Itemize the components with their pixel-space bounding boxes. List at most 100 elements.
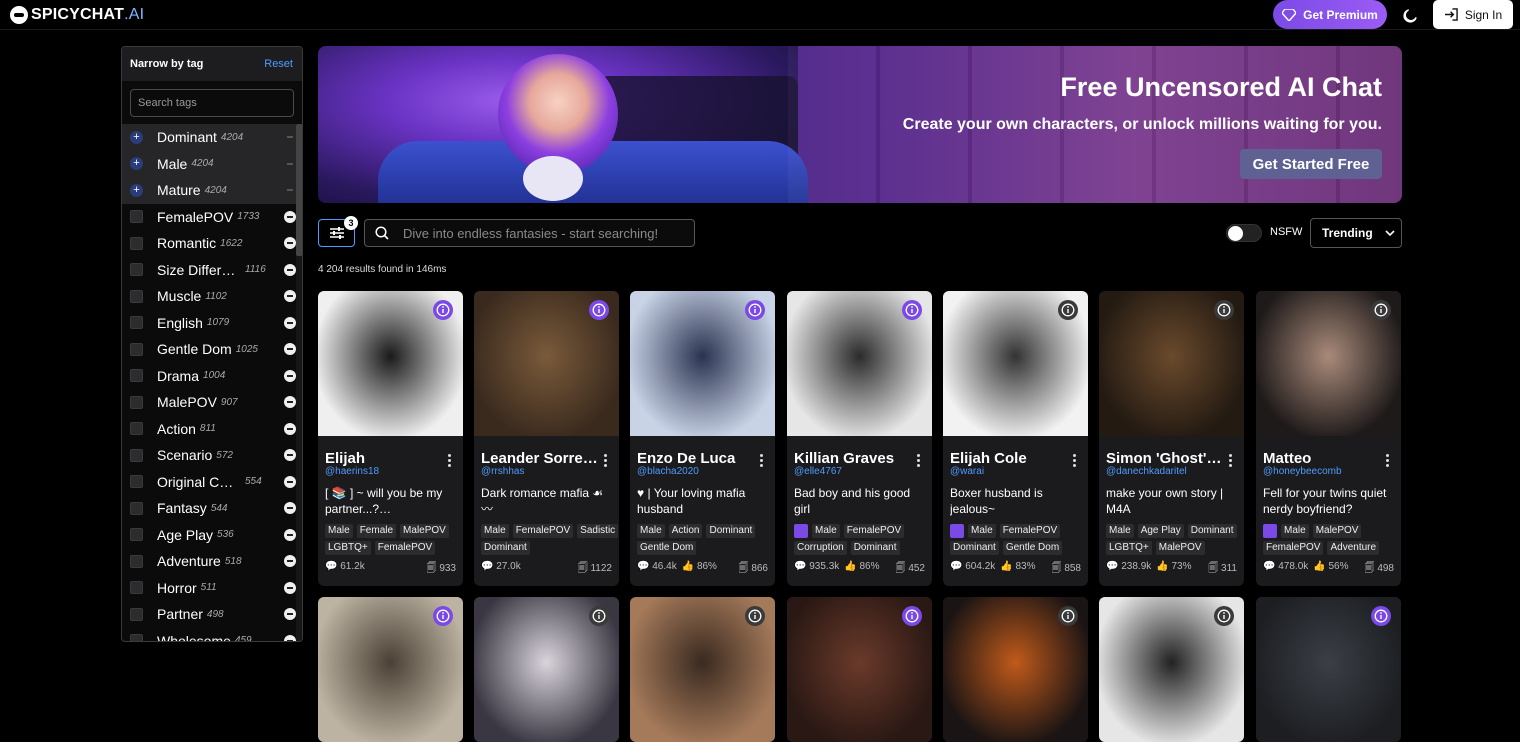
tag-item[interactable]: + Mature 4204 <box>122 177 296 204</box>
tag-checkbox[interactable] <box>130 475 143 489</box>
card-tag[interactable]: MalePOV <box>1155 541 1205 555</box>
tag-item[interactable]: Horror 511 <box>122 575 296 602</box>
info-button[interactable] <box>433 300 453 320</box>
tag-checkbox[interactable] <box>130 607 143 621</box>
card-tag[interactable]: FemalePOV <box>843 524 905 538</box>
character-card[interactable] <box>1256 597 1401 742</box>
card-tag[interactable]: Male <box>325 524 353 538</box>
character-author[interactable]: @blacha2020 <box>637 466 699 477</box>
tag-checkbox[interactable] <box>130 448 143 462</box>
tag-item[interactable]: MalePOV 907 <box>122 389 296 416</box>
info-button[interactable] <box>902 300 922 320</box>
character-card[interactable]: Elijah Cole @warai Boxer husband is jealou… <box>943 291 1088 586</box>
tag-item[interactable]: FemalePOV 1733 <box>122 204 296 231</box>
character-author[interactable]: @honeybeecomb <box>1263 466 1342 477</box>
tag-checkbox[interactable] <box>130 289 143 303</box>
card-tag[interactable]: Male <box>1106 524 1134 538</box>
tag-item[interactable]: Age Play 536 <box>122 522 296 549</box>
exclude-tag-button[interactable] <box>284 369 296 382</box>
tag-checkbox[interactable] <box>130 634 143 641</box>
exclude-tag-button[interactable] <box>284 158 296 170</box>
character-name[interactable]: Simon 'Ghost'… <box>1106 450 1224 467</box>
tag-item[interactable]: Fantasy 544 <box>122 495 296 522</box>
reset-tags-link[interactable]: Reset <box>264 58 293 70</box>
character-card[interactable]: Simon 'Ghost'… @danechkadaritel make your … <box>1099 291 1244 586</box>
character-name[interactable]: Killian Graves <box>794 450 912 467</box>
exclude-tag-button[interactable] <box>284 422 296 435</box>
logo[interactable]: SPICYCHAT.AI <box>10 5 144 25</box>
character-name[interactable]: Matteo <box>1263 450 1381 467</box>
tag-item[interactable]: + Male 4204 <box>122 150 296 177</box>
character-card[interactable]: Matteo @honeybeecomb Fell for your twins q… <box>1256 291 1401 586</box>
card-tag[interactable]: Male <box>637 524 665 538</box>
exclude-tag-button[interactable] <box>284 290 296 303</box>
info-button[interactable] <box>902 606 922 626</box>
character-card[interactable]: Leander Sorre… @rrshhas Dark romance mafia… <box>474 291 619 586</box>
card-tag[interactable]: Action <box>668 524 703 538</box>
card-tag[interactable]: Male <box>968 524 996 538</box>
exclude-tag-button[interactable] <box>284 343 296 356</box>
more-options-icon[interactable] <box>604 454 608 468</box>
tag-item[interactable]: Scenario 572 <box>122 442 296 469</box>
card-tag[interactable]: Male <box>481 524 509 538</box>
info-button[interactable] <box>433 606 453 626</box>
exclude-tag-button[interactable] <box>284 475 296 488</box>
exclude-tag-button[interactable] <box>284 634 296 641</box>
exclude-tag-button[interactable] <box>284 263 296 276</box>
theme-toggle-button[interactable] <box>1398 5 1422 25</box>
exclude-tag-button[interactable] <box>284 184 296 196</box>
character-card[interactable] <box>1099 597 1244 742</box>
plus-icon[interactable]: + <box>130 183 143 197</box>
info-button[interactable] <box>745 606 765 626</box>
tag-checkbox[interactable] <box>130 422 143 436</box>
tag-item[interactable]: Action 811 <box>122 416 296 443</box>
more-options-icon[interactable] <box>448 454 452 468</box>
info-button[interactable] <box>1214 300 1234 320</box>
get-started-button[interactable]: Get Started Free <box>1240 149 1382 179</box>
character-card[interactable] <box>318 597 463 742</box>
card-tag[interactable]: FemalePOV <box>1263 541 1324 555</box>
info-button[interactable] <box>589 606 609 626</box>
exclude-tag-button[interactable] <box>284 502 296 515</box>
card-tag[interactable]: LGBTQ+ <box>1106 541 1152 555</box>
card-tag[interactable]: Dominant <box>481 541 530 555</box>
character-card[interactable]: Killian Graves @elle4767 Bad boy and his g… <box>787 291 932 586</box>
card-tag[interactable]: FemalePOV <box>374 541 436 555</box>
info-button[interactable] <box>589 300 609 320</box>
card-tag[interactable]: Adventure <box>1327 541 1380 555</box>
more-options-icon[interactable] <box>1229 454 1233 468</box>
character-author[interactable]: @danechkadaritel <box>1106 466 1187 477</box>
character-author[interactable]: @haerins18 <box>325 466 379 477</box>
tag-checkbox[interactable] <box>130 528 143 542</box>
exclude-tag-button[interactable] <box>284 131 296 143</box>
more-options-icon[interactable] <box>917 454 921 468</box>
tag-item[interactable]: Original Cha… 554 <box>122 469 296 496</box>
exclude-tag-button[interactable] <box>284 449 296 462</box>
nsfw-toggle[interactable] <box>1226 224 1262 242</box>
tag-item[interactable]: + Dominant 4204 <box>122 124 296 151</box>
exclude-tag-button[interactable] <box>284 237 296 250</box>
tag-checkbox[interactable] <box>130 316 143 330</box>
more-options-icon[interactable] <box>1073 454 1077 468</box>
tag-checkbox[interactable] <box>130 581 143 595</box>
tag-item[interactable]: Adventure 518 <box>122 548 296 575</box>
exclude-tag-button[interactable] <box>284 316 296 329</box>
character-name[interactable]: Leander Sorre… <box>481 450 599 467</box>
character-card[interactable] <box>474 597 619 742</box>
character-card[interactable] <box>787 597 932 742</box>
card-tag[interactable]: Male <box>812 524 840 538</box>
tag-checkbox[interactable] <box>130 210 143 224</box>
card-tag[interactable]: Female <box>356 524 397 538</box>
exclude-tag-button[interactable] <box>284 528 296 541</box>
sign-in-button[interactable]: Sign In <box>1433 0 1513 29</box>
character-card[interactable]: Elijah @haerins18 [ 📚 ] ~ will you be my p… <box>318 291 463 586</box>
tag-checkbox[interactable] <box>130 369 143 383</box>
tag-checkbox[interactable] <box>130 236 143 250</box>
info-button[interactable] <box>1058 300 1078 320</box>
tag-item[interactable]: Gentle Dom 1025 <box>122 336 296 363</box>
card-tag[interactable]: MalePOV <box>1312 524 1362 538</box>
tag-checkbox[interactable] <box>130 342 143 356</box>
card-tag[interactable]: Age Play <box>1137 524 1184 538</box>
card-tag[interactable]: Sadistic <box>577 524 619 538</box>
card-tag[interactable]: Gentle Dom <box>1002 541 1063 555</box>
